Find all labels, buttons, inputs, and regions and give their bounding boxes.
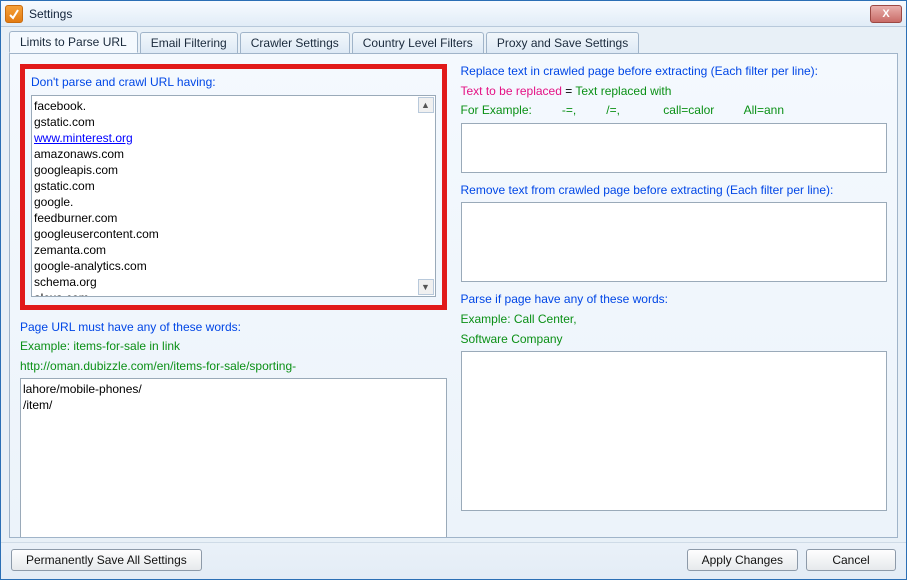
replace-legend-left: Text to be replaced — [461, 84, 562, 98]
replace-legend-right: Text replaced with — [575, 84, 671, 98]
replace-example-label: For Example: — [461, 103, 532, 117]
urlwords-section: Page URL must have any of these words: E… — [20, 320, 447, 538]
left-column: Don't parse and crawl URL having: facebo… — [20, 64, 447, 527]
replace-value — [462, 124, 887, 128]
noparse-list: facebook. gstatic.com www.minterest.org … — [32, 96, 435, 297]
tab-crawler-settings[interactable]: Crawler Settings — [240, 32, 350, 53]
right-column: Replace text in crawled page before extr… — [461, 64, 888, 527]
urlwords-hint2: http://oman.dubizzle.com/en/items-for-sa… — [20, 359, 447, 375]
noparse-textarea[interactable]: facebook. gstatic.com www.minterest.org … — [31, 95, 436, 297]
replace-legend: Text to be replaced = Text replaced with — [461, 84, 888, 100]
replace-ex1: -=, — [562, 103, 576, 117]
scroll-down-icon[interactable]: ▼ — [418, 279, 434, 295]
replace-section: Replace text in crawled page before extr… — [461, 64, 888, 173]
title-bar: Settings X — [1, 1, 906, 27]
pagewords-value — [462, 352, 887, 356]
tab-row: Limits to Parse URL Email Filtering Craw… — [1, 27, 906, 53]
urlwords-heading: Page URL must have any of these words: — [20, 320, 447, 336]
replace-textarea[interactable] — [461, 123, 888, 173]
pagewords-hint1: Example: Call Center, — [461, 312, 888, 328]
pagewords-heading: Parse if page have any of these words: — [461, 292, 888, 308]
replace-ex2: /=, — [606, 103, 620, 117]
tab-content: Don't parse and crawl URL having: facebo… — [9, 53, 898, 538]
pagewords-section: Parse if page have any of these words: E… — [461, 292, 888, 511]
replace-heading: Replace text in crawled page before extr… — [461, 64, 888, 80]
tab-email-filtering[interactable]: Email Filtering — [140, 32, 238, 53]
remove-section: Remove text from crawled page before ext… — [461, 183, 888, 283]
noparse-heading: Don't parse and crawl URL having: — [31, 75, 436, 91]
replace-example: For Example: -=, /=, call=calor All=ann — [461, 103, 888, 119]
noparse-section: Don't parse and crawl URL having: facebo… — [20, 64, 447, 310]
remove-heading: Remove text from crawled page before ext… — [461, 183, 888, 199]
close-icon[interactable]: X — [870, 5, 902, 23]
replace-legend-eq: = — [565, 84, 575, 98]
cancel-button[interactable]: Cancel — [806, 549, 896, 571]
remove-value — [462, 203, 887, 207]
button-bar: Permanently Save All Settings Apply Chan… — [1, 542, 906, 579]
save-settings-button[interactable]: Permanently Save All Settings — [11, 549, 202, 571]
apply-changes-button[interactable]: Apply Changes — [687, 549, 798, 571]
replace-ex4: All=ann — [744, 103, 784, 117]
replace-ex3: call=calor — [663, 103, 714, 117]
tab-proxy-and-save-settings[interactable]: Proxy and Save Settings — [486, 32, 639, 53]
settings-window: Settings X Limits to Parse URL Email Fil… — [0, 0, 907, 580]
tab-country-level-filters[interactable]: Country Level Filters — [352, 32, 484, 53]
urlwords-hint1: Example: items-for-sale in link — [20, 339, 447, 355]
tab-limits-to-parse-url[interactable]: Limits to Parse URL — [9, 31, 138, 53]
urlwords-textarea[interactable]: lahore/mobile-phones/ /item/ — [20, 378, 447, 538]
app-icon — [5, 5, 23, 23]
window-title: Settings — [29, 7, 72, 21]
pagewords-textarea[interactable] — [461, 351, 888, 511]
scroll-up-icon[interactable]: ▲ — [418, 97, 434, 113]
pagewords-hint2: Software Company — [461, 332, 888, 348]
remove-textarea[interactable] — [461, 202, 888, 282]
urlwords-value: lahore/mobile-phones/ /item/ — [21, 379, 446, 415]
